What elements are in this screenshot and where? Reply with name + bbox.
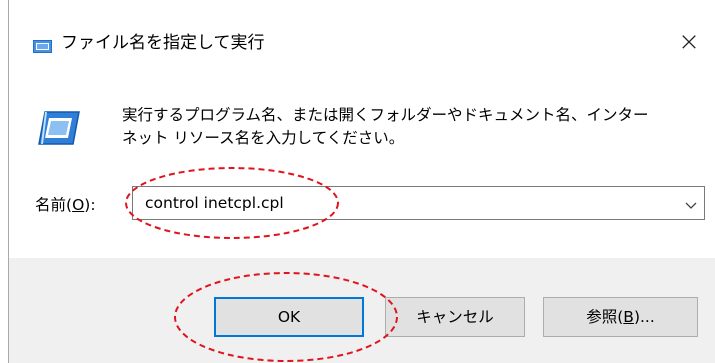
close-button[interactable]: × xyxy=(669,25,709,59)
command-input[interactable]: control inetcpl.cpl xyxy=(145,187,284,219)
ok-button[interactable]: OK xyxy=(214,297,364,337)
run-dialog-icon xyxy=(33,38,52,53)
window-title: ファイル名を指定して実行 xyxy=(61,33,265,53)
browse-accelerator: B xyxy=(623,308,634,326)
run-program-icon xyxy=(37,110,81,146)
name-label: 名前(O): xyxy=(35,196,96,214)
cancel-button[interactable]: キャンセル xyxy=(385,297,525,337)
instruction-text: 実行するプログラム名、または開くフォルダーやドキュメント名、インター ネット リ… xyxy=(122,104,702,150)
chevron-down-icon[interactable] xyxy=(684,197,698,209)
command-combobox[interactable]: control inetcpl.cpl xyxy=(132,186,705,220)
title-bar: ファイル名を指定して実行 × xyxy=(9,0,715,84)
close-icon: × xyxy=(678,27,700,57)
name-label-accelerator: O xyxy=(72,196,85,214)
run-dialog: ファイル名を指定して実行 × 実行するプログラム名、または開くフォルダーやドキュ… xyxy=(8,0,715,363)
browse-button[interactable]: 参照(B)... xyxy=(543,297,698,337)
instruction-line-1: 実行するプログラム名、または開くフォルダーやドキュメント名、インター xyxy=(122,106,649,124)
instruction-line-2: ネット リソース名を入力してください。 xyxy=(122,129,405,147)
